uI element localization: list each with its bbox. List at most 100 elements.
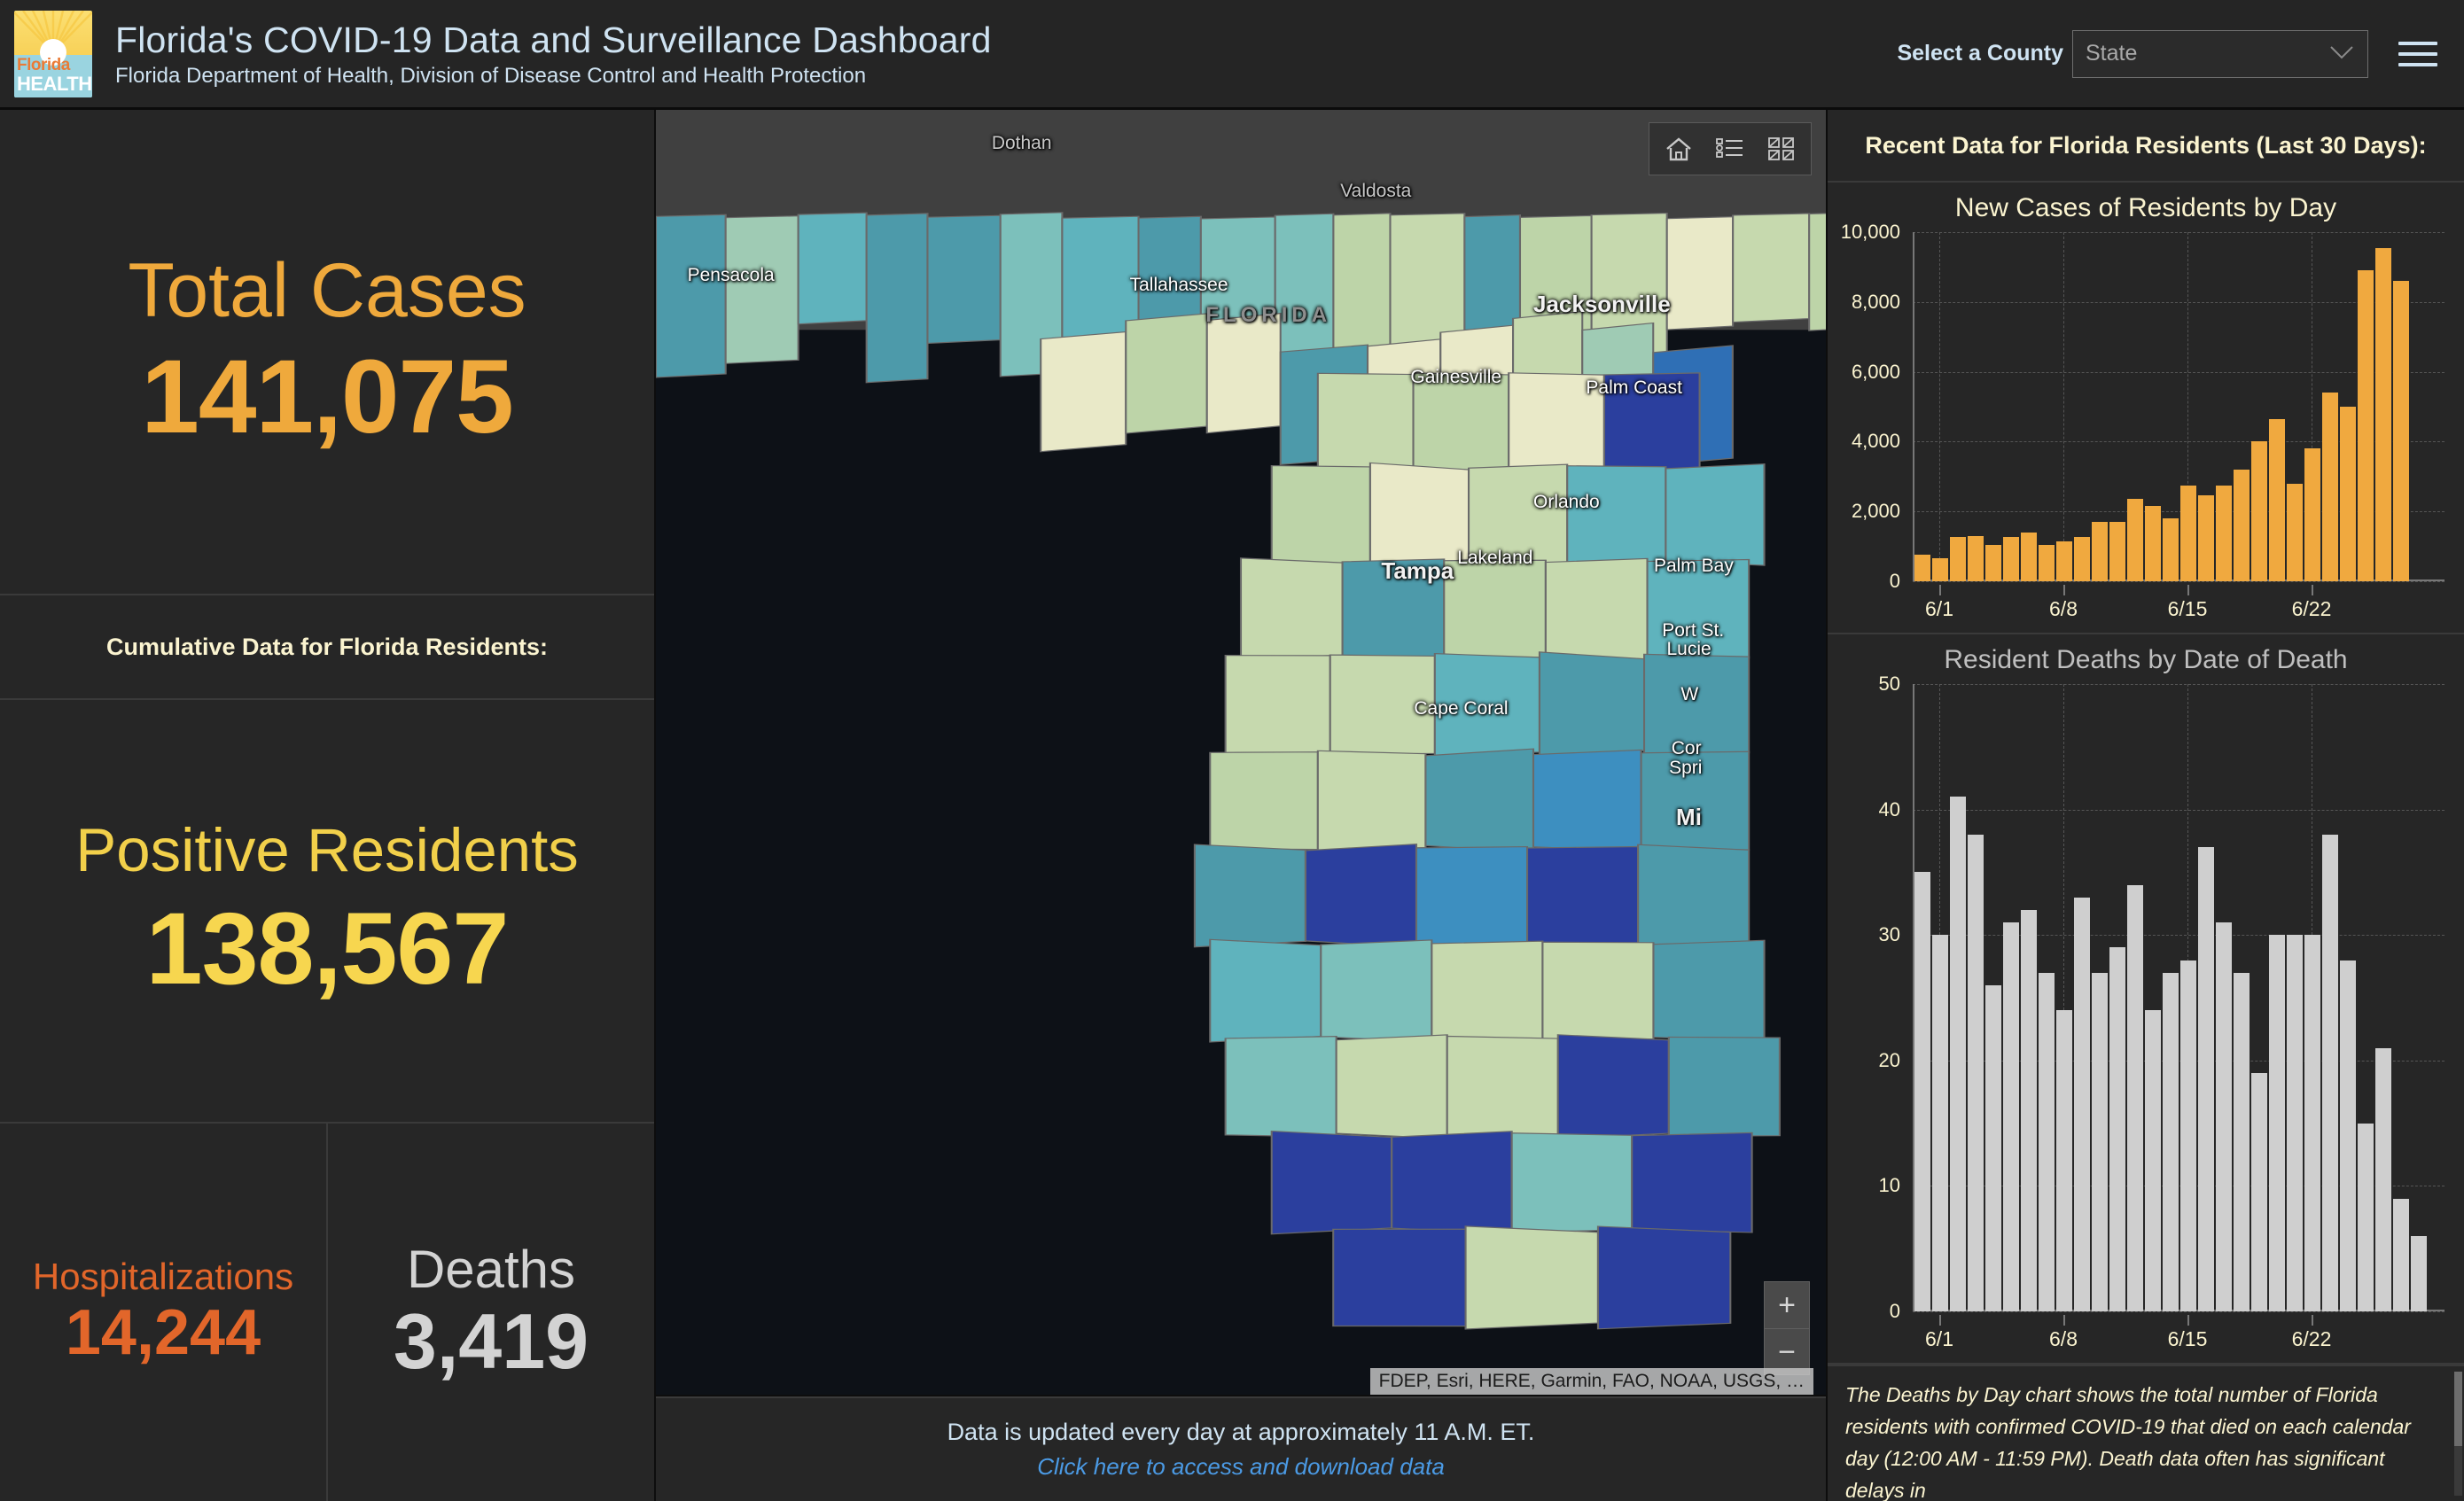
chart-bar[interactable] (2375, 1047, 2391, 1311)
map-county[interactable] (1596, 1225, 1732, 1330)
map-county[interactable] (1335, 1034, 1448, 1139)
chart-bar[interactable] (2003, 922, 2019, 1311)
chart-bar[interactable] (2234, 469, 2250, 581)
map-county[interactable] (1665, 216, 1735, 331)
chart-bar[interactable] (2216, 922, 2232, 1311)
map-county[interactable] (1631, 1132, 1753, 1233)
map-county[interactable] (1332, 1228, 1467, 1327)
chart-bar[interactable] (2056, 1010, 2072, 1311)
map-county[interactable] (1652, 939, 1766, 1042)
map-county[interactable] (926, 214, 1002, 345)
map-county[interactable] (1602, 372, 1701, 472)
map-county[interactable] (1510, 1132, 1634, 1233)
chart-bar[interactable] (2393, 281, 2409, 581)
map-county[interactable] (1433, 653, 1540, 757)
chart-bar[interactable] (2198, 495, 2214, 581)
map-county[interactable] (1320, 939, 1433, 1043)
chart-bar[interactable] (2322, 393, 2338, 581)
home-icon[interactable] (1655, 126, 1703, 172)
map-county[interactable] (724, 215, 799, 364)
chart-bar[interactable] (2287, 483, 2303, 581)
chart-bar[interactable] (1950, 536, 1966, 581)
map-zoom-controls[interactable]: + − (1764, 1281, 1810, 1375)
map-county[interactable] (1205, 312, 1282, 434)
chart-bar[interactable] (2304, 935, 2320, 1311)
map-county[interactable] (1464, 1225, 1599, 1330)
map-county[interactable] (1424, 748, 1535, 853)
chart-bar[interactable] (2251, 1072, 2267, 1311)
map-county[interactable] (1125, 313, 1208, 434)
map-county[interactable] (797, 212, 868, 325)
chart-bar[interactable] (2269, 935, 2285, 1311)
chart-bar[interactable] (2092, 522, 2108, 581)
map-county[interactable] (1541, 941, 1655, 1040)
map-county[interactable] (1270, 464, 1371, 564)
map-county[interactable] (1665, 463, 1766, 566)
chart-bar[interactable] (1985, 984, 2001, 1311)
map-county[interactable] (865, 213, 929, 384)
expand-icon[interactable] (1758, 126, 1805, 172)
chart-bar[interactable] (2234, 972, 2250, 1311)
chart-bar[interactable] (2127, 499, 2143, 581)
map-county[interactable] (1431, 940, 1544, 1041)
chart-bar[interactable] (1914, 872, 1930, 1311)
legend-list-icon[interactable] (1706, 126, 1754, 172)
chart-bar[interactable] (2109, 522, 2125, 581)
map-county[interactable] (656, 214, 727, 378)
map-county[interactable] (1304, 843, 1418, 948)
map-county[interactable] (1640, 750, 1751, 851)
map-county[interactable] (1193, 844, 1306, 948)
map-county[interactable] (1443, 559, 1547, 658)
chart-bar[interactable] (2021, 909, 2037, 1311)
chart-bar[interactable] (2074, 537, 2090, 581)
zoom-in-button[interactable]: + (1765, 1282, 1809, 1328)
map-county[interactable] (1329, 654, 1436, 756)
download-data-link[interactable]: Click here to access and download data (1037, 1453, 1445, 1481)
chart-bar[interactable] (2163, 518, 2179, 581)
chart-bar[interactable] (1932, 558, 1948, 581)
chart-bar[interactable] (2358, 270, 2374, 581)
map-county[interactable] (1270, 1130, 1393, 1235)
chart-bar[interactable] (2145, 506, 2161, 581)
map-county[interactable] (1209, 751, 1319, 851)
chart-bar[interactable] (2269, 418, 2285, 581)
chart-bar[interactable] (2127, 884, 2143, 1311)
map-county[interactable] (1468, 463, 1569, 566)
map-county[interactable] (1368, 462, 1470, 567)
chart-bar[interactable] (2092, 972, 2108, 1311)
chart-bar[interactable] (2411, 1236, 2427, 1311)
map-county[interactable] (1532, 749, 1642, 852)
chart-bar[interactable] (2039, 972, 2055, 1311)
chart-bar[interactable] (2393, 1198, 2409, 1311)
map-county[interactable] (1274, 213, 1335, 362)
chart-bar[interactable] (2251, 441, 2267, 581)
chart-bar[interactable] (2322, 834, 2338, 1311)
map-county[interactable] (1808, 212, 1826, 331)
map-county[interactable] (1239, 557, 1344, 661)
map-county[interactable] (1526, 845, 1640, 945)
chart-bar[interactable] (1985, 544, 2001, 581)
chart-bar[interactable] (1968, 834, 1984, 1311)
chart-bar[interactable] (1968, 535, 1984, 581)
chart-bar[interactable] (2163, 972, 2179, 1311)
map-county[interactable] (1544, 557, 1649, 660)
chart-bar[interactable] (2145, 1010, 2161, 1311)
chart-bar[interactable] (2216, 485, 2232, 581)
chart-bar[interactable] (1914, 555, 1930, 581)
hamburger-menu-icon[interactable] (2398, 41, 2437, 66)
chart-bar[interactable] (2287, 935, 2303, 1311)
chart-bar[interactable] (1932, 935, 1948, 1311)
note-scrollbar-thumb[interactable] (2454, 1372, 2462, 1446)
chart-bar[interactable] (2340, 407, 2356, 581)
new-cases-plot[interactable]: 0 2,000 4,000 6,000 8,000 10,000 6/1 6/8 6/15 6/2… (1841, 221, 2445, 620)
map-county[interactable] (1341, 558, 1446, 659)
map-county[interactable] (1637, 844, 1751, 948)
chart-bar[interactable] (1950, 797, 1966, 1311)
map-county[interactable] (1446, 1035, 1559, 1138)
map-county[interactable] (1316, 372, 1415, 472)
note-scrollbar[interactable] (2454, 1372, 2462, 1496)
chart-bar[interactable] (2003, 536, 2019, 581)
chart-bar[interactable] (2056, 541, 2072, 581)
map-county[interactable] (1391, 1131, 1513, 1235)
chart-bar[interactable] (2358, 1123, 2374, 1311)
